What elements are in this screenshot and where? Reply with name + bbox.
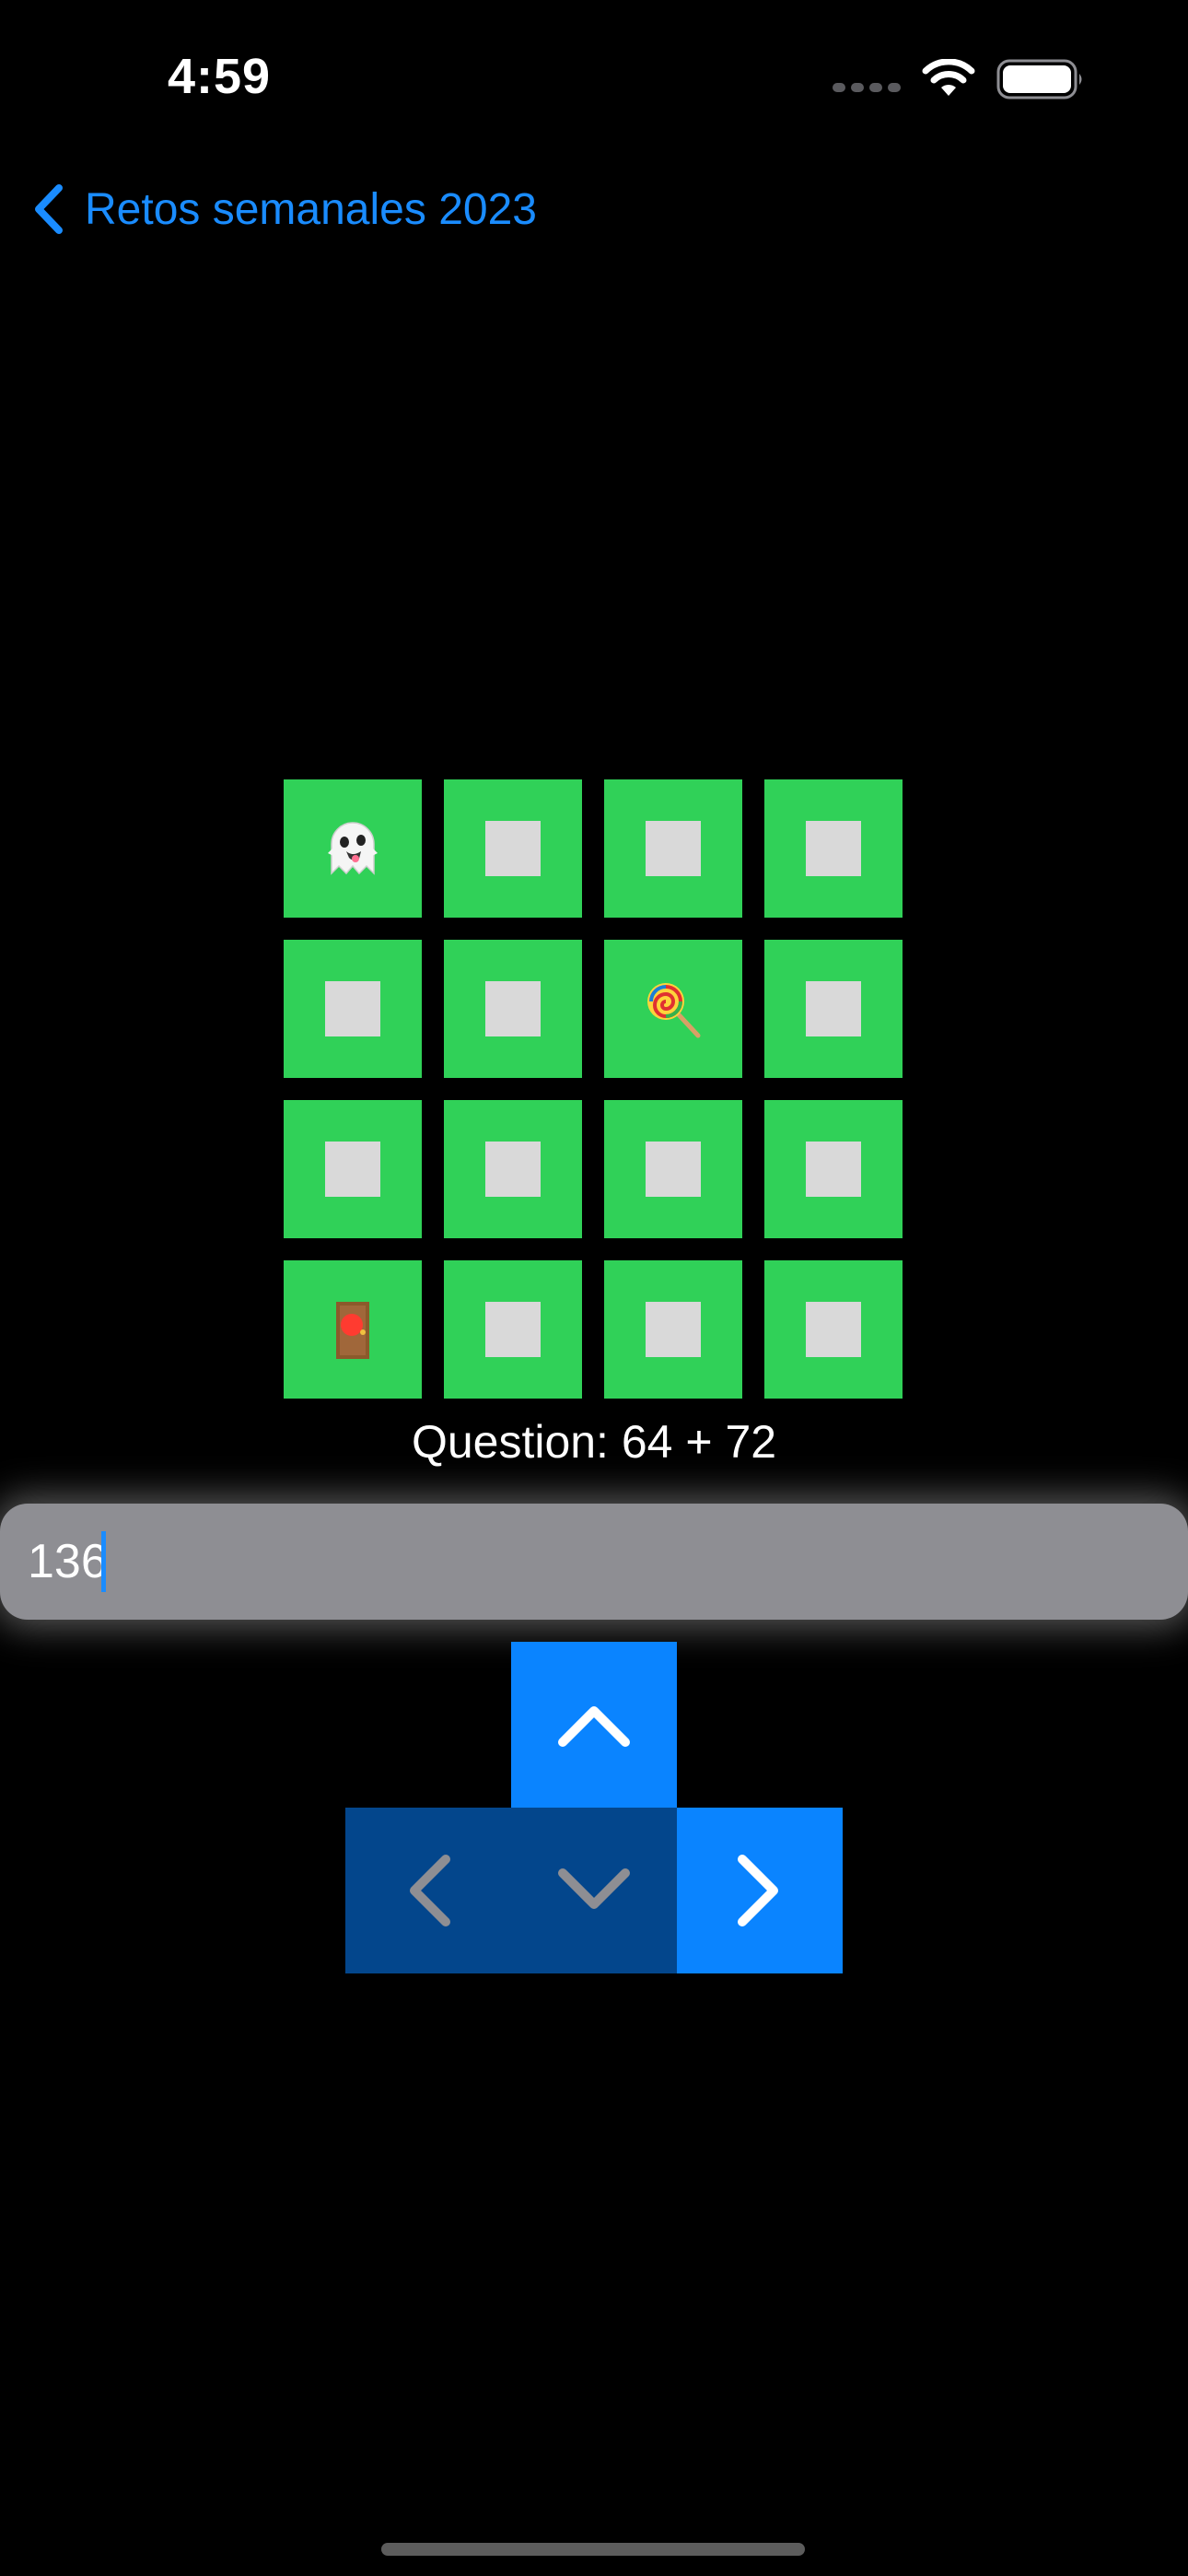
board-cell-empty <box>604 779 742 918</box>
answer-field-container <box>0 1504 1188 1620</box>
home-indicator[interactable] <box>381 2543 805 2556</box>
board-cell-empty <box>444 1260 582 1399</box>
empty-marker <box>325 1142 380 1197</box>
empty-marker <box>485 1302 541 1357</box>
text-caret <box>101 1531 106 1592</box>
board-cell-ghost <box>284 779 422 918</box>
empty-marker <box>646 1142 701 1197</box>
empty-marker <box>646 821 701 876</box>
board-cell-door <box>284 1260 422 1399</box>
ghost-icon <box>328 822 378 875</box>
move-right-button[interactable] <box>677 1808 843 1973</box>
board-cell-empty <box>444 1100 582 1238</box>
board-cell-empty <box>764 1260 903 1399</box>
door-icon <box>336 1302 369 1359</box>
board-cell-empty <box>444 940 582 1078</box>
board-cell-empty <box>604 1100 742 1238</box>
empty-marker <box>806 1142 861 1197</box>
empty-marker <box>485 821 541 876</box>
empty-marker <box>325 981 380 1036</box>
chevron-left-icon <box>410 1855 450 1926</box>
lollipop-icon <box>647 983 701 1038</box>
chevron-down-icon <box>558 1868 630 1909</box>
status-time: 4:59 <box>168 49 272 104</box>
move-down-button[interactable] <box>511 1808 677 1973</box>
cellular-signal-icon <box>833 83 901 92</box>
board-cell-empty <box>284 940 422 1078</box>
chevron-up-icon <box>558 1706 630 1747</box>
empty-marker <box>806 1302 861 1357</box>
move-up-button[interactable] <box>511 1642 677 1808</box>
board-cell-lollipop <box>604 940 742 1078</box>
empty-marker <box>485 981 541 1036</box>
board-cell-empty <box>604 1260 742 1399</box>
empty-marker <box>485 1142 541 1197</box>
question-text: Question: 64 + 72 <box>411 1416 777 1468</box>
board-cell-empty <box>444 779 582 918</box>
empty-marker <box>646 1302 701 1357</box>
chevron-right-icon <box>738 1855 778 1926</box>
status-icons <box>833 55 1085 103</box>
back-button-label: Retos semanales 2023 <box>85 184 537 234</box>
board-cell-empty <box>284 1100 422 1238</box>
answer-input[interactable] <box>28 1504 1133 1620</box>
game-board <box>284 779 904 1400</box>
back-button[interactable]: Retos semanales 2023 <box>31 181 537 238</box>
empty-marker <box>806 981 861 1036</box>
move-left-button[interactable] <box>345 1808 511 1973</box>
board-cell-empty <box>764 940 903 1078</box>
battery-icon <box>996 59 1082 100</box>
empty-marker <box>806 821 861 876</box>
chevron-left-icon <box>35 184 63 234</box>
board-cell-empty <box>764 1100 903 1238</box>
wifi-icon <box>922 59 975 96</box>
board-cell-empty <box>764 779 903 918</box>
